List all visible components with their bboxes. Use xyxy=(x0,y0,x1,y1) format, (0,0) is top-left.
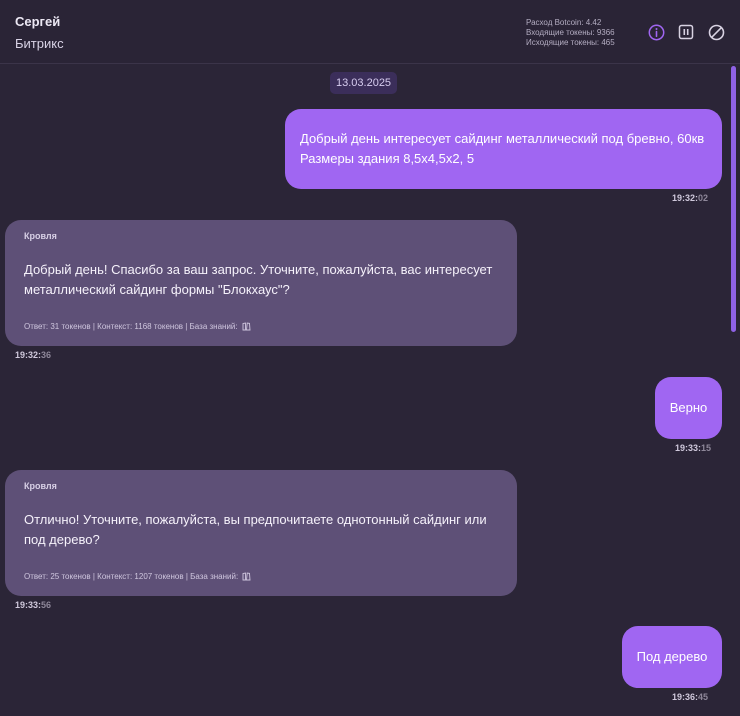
message-text: Размеры здания 8,5х4,5х2, 5 xyxy=(300,151,475,166)
message-time: 19:33:56 xyxy=(15,600,52,610)
botcoin-cost: Расход Botcoin: 4.42 xyxy=(526,18,602,27)
message-time: 19:33:15 xyxy=(675,443,712,453)
info-icon xyxy=(648,24,664,40)
message-time: 19:36:45 xyxy=(672,692,709,702)
message-sender: Кровля xyxy=(24,231,57,241)
message-text: Добрый день! Спасибо за ваш запрос. Уточ… xyxy=(24,262,493,297)
block-icon xyxy=(708,24,724,40)
contact-name: Сергей xyxy=(15,14,61,29)
message-text: Добрый день интересует сайдинг металличе… xyxy=(300,131,705,146)
message-meta: Ответ: 25 токенов | Контекст: 1207 токен… xyxy=(24,572,251,581)
message-incoming: Кровля Добрый день! Спасибо за ваш запро… xyxy=(5,220,517,346)
message-meta: Ответ: 31 токенов | Контекст: 1168 токен… xyxy=(24,322,251,331)
output-tokens: Исходящие токены: 465 xyxy=(526,38,615,47)
chat-header: Сергей Битрикс Расход Botcoin: 4.42 Вход… xyxy=(0,0,740,64)
chat-scrollbar[interactable] xyxy=(731,66,736,332)
knowledge-base-icon xyxy=(242,572,251,581)
block-button[interactable] xyxy=(707,23,725,41)
message-sender: Кровля xyxy=(24,481,57,491)
message-text: Верно xyxy=(669,400,708,415)
message-time: 19:32:02 xyxy=(672,193,709,203)
message-text: Под дерево xyxy=(636,649,708,664)
message-outgoing: Верно xyxy=(655,377,722,439)
usage-stats: Расход Botcoin: 4.42 Входящие токены: 93… xyxy=(526,18,615,48)
knowledge-base-icon xyxy=(242,322,251,331)
pause-button[interactable] xyxy=(677,23,695,41)
date-separator: 13.03.2025 xyxy=(330,72,398,94)
message-time: 19:32:36 xyxy=(15,350,52,360)
input-tokens: Входящие токены: 9366 xyxy=(526,28,615,37)
message-text: Отлично! Уточните, пожалуйста, вы предпо… xyxy=(24,512,487,547)
message-outgoing: Под дерево xyxy=(622,626,722,688)
message-incoming: Кровля Отлично! Уточните, пожалуйста, вы… xyxy=(5,470,517,596)
pause-icon xyxy=(678,24,694,40)
info-button[interactable] xyxy=(647,23,665,41)
message-outgoing: Добрый день интересует сайдинг металличе… xyxy=(285,109,722,189)
contact-source: Битрикс xyxy=(15,36,64,51)
